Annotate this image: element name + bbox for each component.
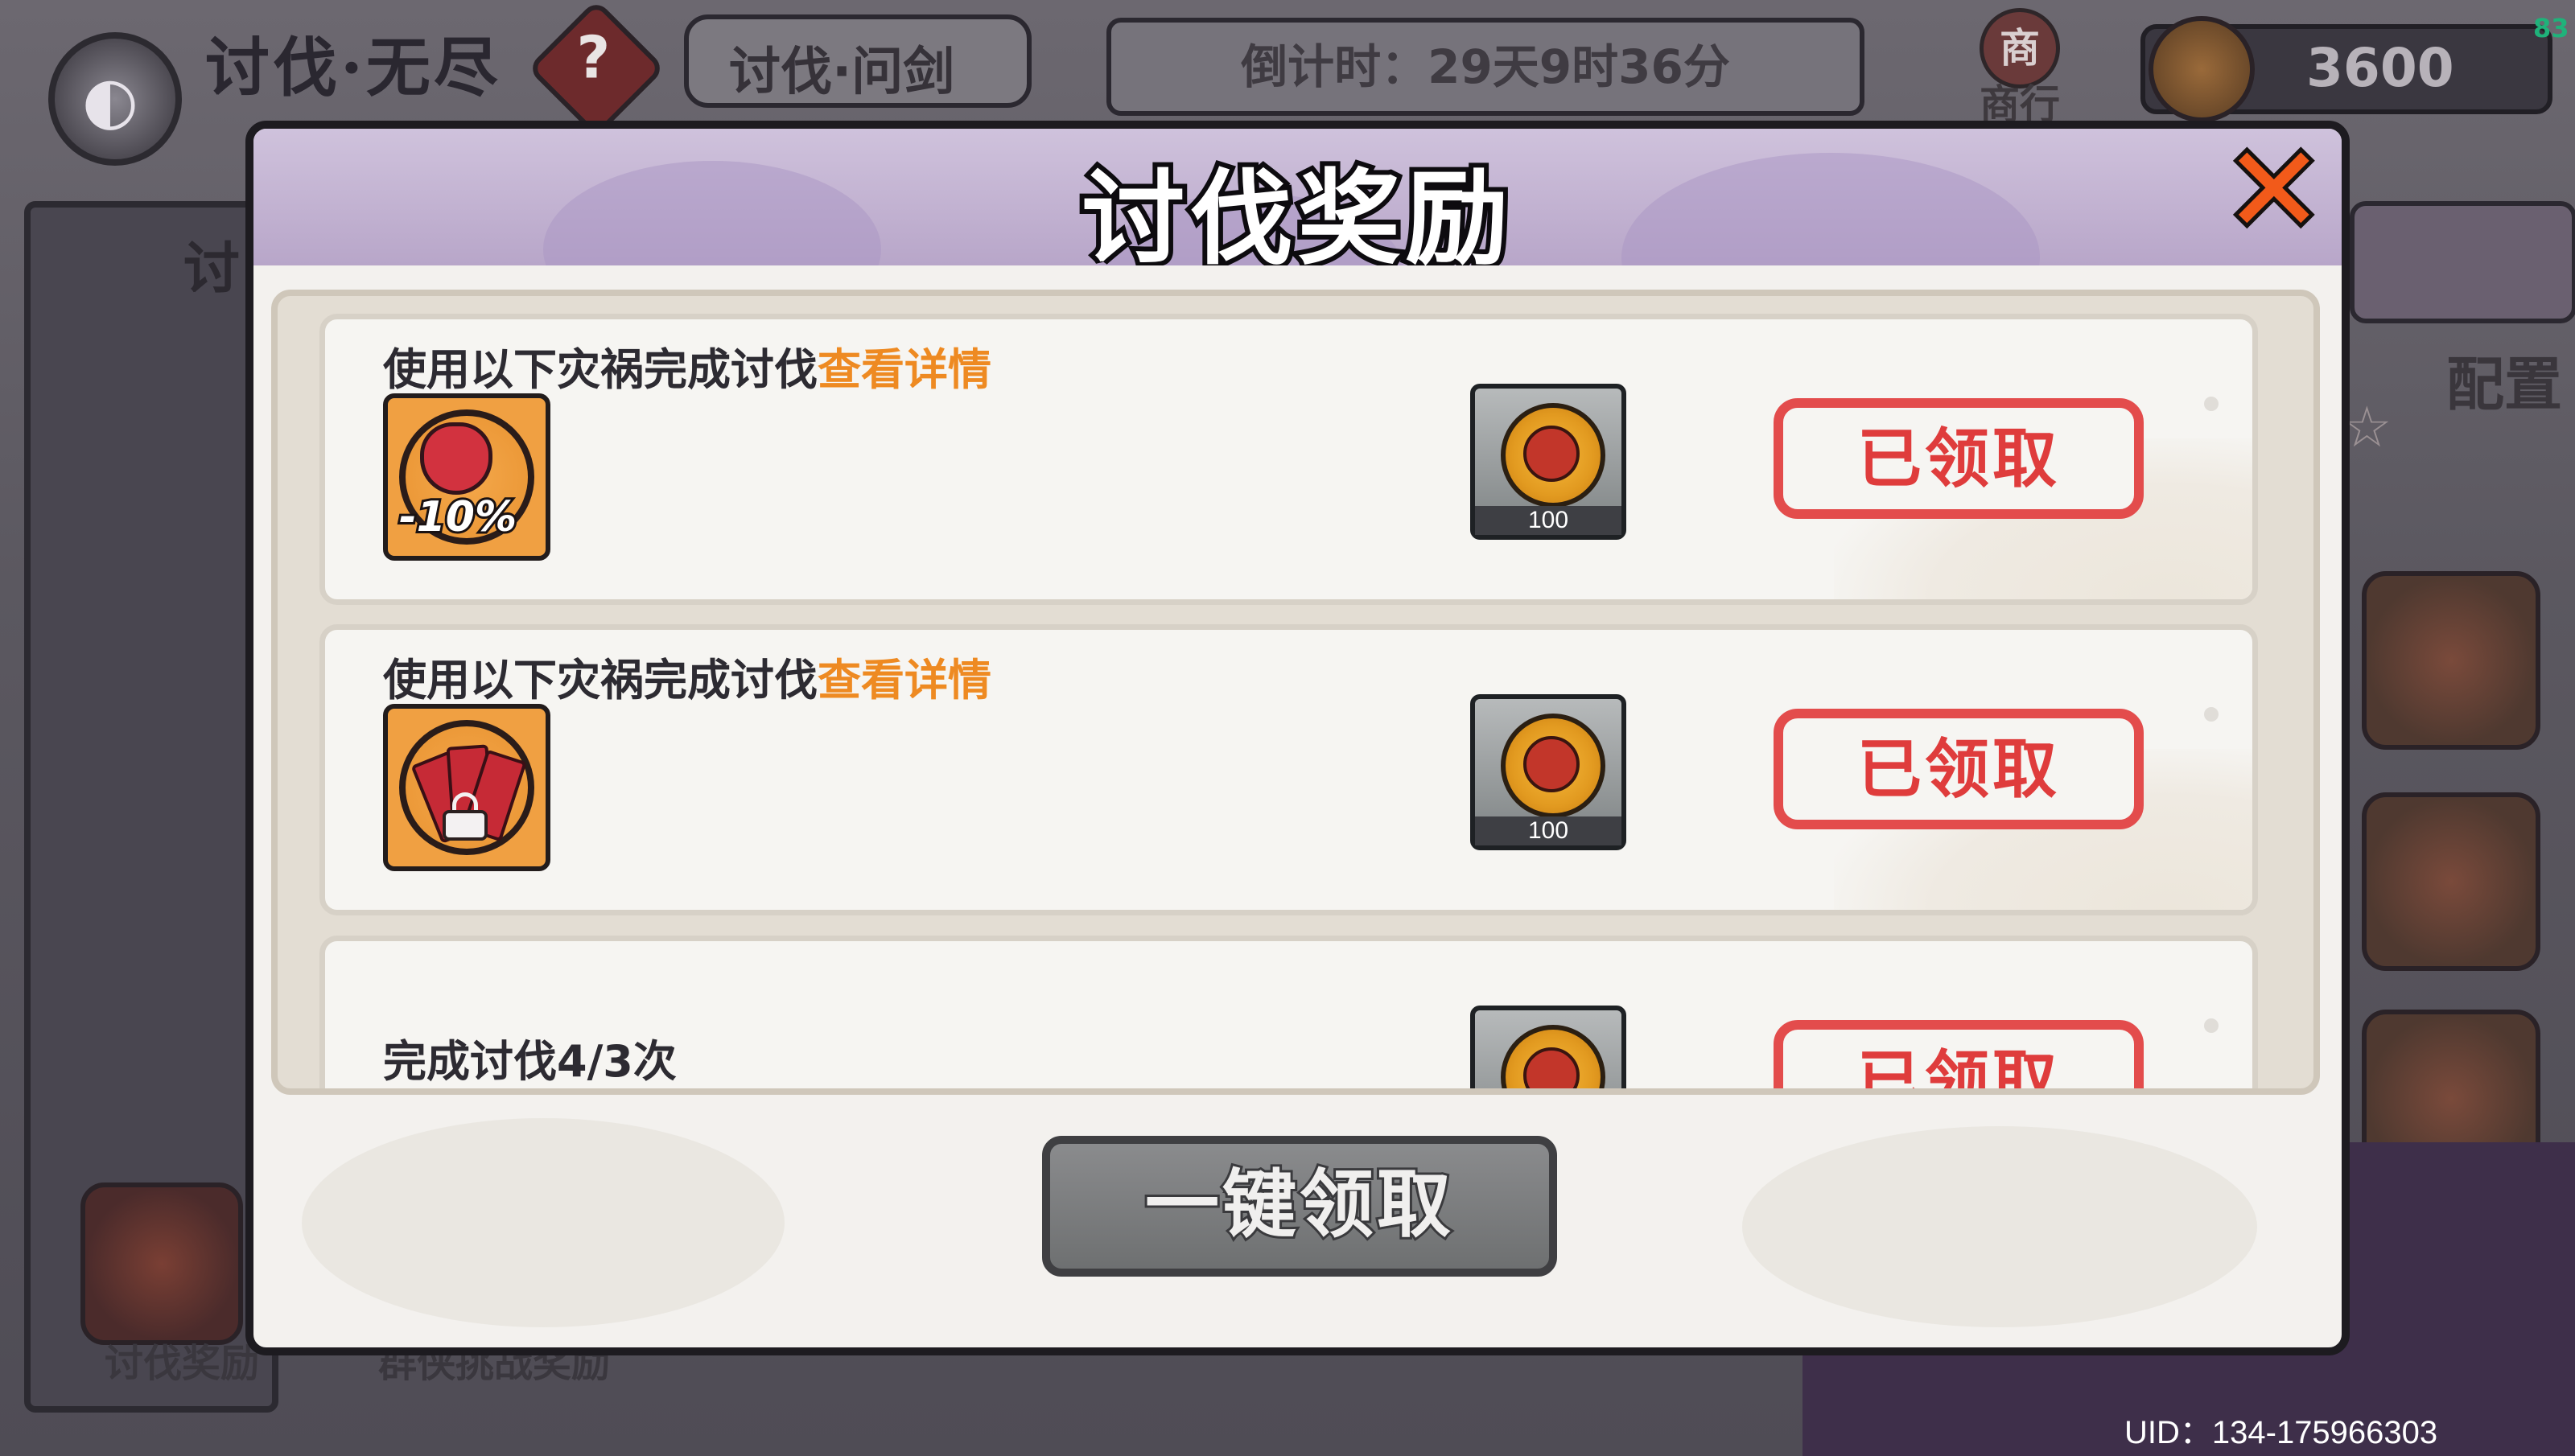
row-description: 使用以下灾祸完成讨伐查看详情 bbox=[383, 334, 991, 397]
reward-coin-icon bbox=[1501, 714, 1605, 818]
coin-core bbox=[1523, 1047, 1580, 1088]
dialog-title: 讨伐奖励 bbox=[1077, 154, 1514, 265]
claimed-button[interactable]: 已领取 bbox=[1774, 709, 2144, 829]
currency-value: 3600 bbox=[2306, 37, 2454, 99]
currency-coin-icon bbox=[2149, 16, 2255, 122]
page-title: 讨伐·无尽 bbox=[205, 30, 501, 105]
left-panel-title: 讨 bbox=[183, 236, 240, 302]
shop-button[interactable]: 商 商行 bbox=[1963, 8, 2076, 128]
close-icon: ✕ bbox=[2219, 117, 2329, 265]
back-emblem-icon[interactable]: ◐ bbox=[48, 32, 182, 166]
fps-counter: 83 bbox=[2533, 13, 2569, 43]
claimed-button[interactable]: 已领取 bbox=[1774, 398, 2144, 519]
description-text: 使用以下灾祸完成讨伐 bbox=[383, 344, 818, 395]
disaster-slot[interactable] bbox=[2362, 571, 2540, 750]
disaster-slot[interactable] bbox=[2362, 792, 2540, 971]
uid-label: UID：134-175966303 bbox=[2124, 1415, 2438, 1450]
help-button[interactable]: ? bbox=[526, 0, 666, 138]
reward-row: 使用以下灾祸完成讨伐查看详情 100 已领取 bbox=[319, 624, 2258, 915]
disaster-percent: -10% bbox=[397, 491, 519, 544]
chest-icon[interactable] bbox=[80, 1182, 243, 1345]
description-text: 使用以下灾祸完成讨伐 bbox=[383, 655, 818, 705]
coin-core bbox=[1523, 426, 1580, 482]
claim-all-button[interactable]: 一键领取 bbox=[1042, 1136, 1557, 1277]
reward-row: 使用以下灾祸完成讨伐查看详情 -10% 100 已领取 bbox=[319, 314, 2258, 605]
lock-icon bbox=[443, 792, 488, 841]
view-details-link[interactable]: 查看详情 bbox=[818, 344, 991, 395]
countdown-timer: 倒计时：29天9时36分 bbox=[1106, 18, 1864, 116]
disaster-cards-icon[interactable] bbox=[383, 704, 550, 871]
tab-crusade-rewards[interactable]: 讨伐奖励 bbox=[105, 1331, 259, 1388]
row-description: 使用以下灾祸完成讨伐查看详情 bbox=[383, 644, 991, 708]
reward-row: 完成讨伐4/3次 100 已领取 bbox=[319, 936, 2258, 1088]
rewards-dialog: 讨伐奖励 ✕ 使用以下灾祸完成讨伐查看详情 -10% 100 已领取 使用以下灾… bbox=[245, 117, 2350, 1355]
close-button[interactable]: ✕ bbox=[2217, 117, 2329, 265]
help-icon: ? bbox=[576, 23, 611, 92]
footer-cloud bbox=[1742, 1126, 2257, 1327]
row-decoration bbox=[2204, 707, 2219, 722]
reward-coin-icon bbox=[1501, 1025, 1605, 1088]
reward-coin-icon bbox=[1501, 403, 1605, 508]
reward-count: 100 bbox=[1475, 506, 1621, 535]
reward-count: 100 bbox=[1475, 816, 1621, 845]
row-decoration bbox=[2204, 1018, 2219, 1033]
reward-item[interactable]: 100 bbox=[1470, 1006, 1626, 1088]
rewards-list[interactable]: 使用以下灾祸完成讨伐查看详情 -10% 100 已领取 使用以下灾祸完成讨伐查看… bbox=[271, 290, 2320, 1095]
right-arrow-button[interactable] bbox=[2350, 201, 2575, 323]
reward-item[interactable]: 100 bbox=[1470, 384, 1626, 540]
disaster-heart-icon[interactable]: -10% bbox=[383, 393, 550, 561]
reward-item[interactable]: 100 bbox=[1470, 694, 1626, 850]
top-bar: ◐ 讨伐·无尽 ? 讨伐·问剑 倒计时：29天9时36分 商 商行 3600 8… bbox=[0, 0, 2575, 166]
tab-wenjian[interactable]: 讨伐·问剑 bbox=[684, 14, 1032, 108]
config-button[interactable]: 配置 bbox=[2446, 354, 2562, 415]
dialog-header: 讨伐奖励 bbox=[253, 129, 2342, 265]
footer-cloud bbox=[302, 1118, 785, 1327]
view-details-link[interactable]: 查看详情 bbox=[818, 655, 991, 705]
claimed-button[interactable]: 已领取 bbox=[1774, 1020, 2144, 1088]
tab-label: 讨伐·问剑 bbox=[729, 43, 955, 102]
row-description: 完成讨伐4/3次 bbox=[383, 1036, 677, 1087]
heart-gem bbox=[420, 422, 492, 495]
coin-core bbox=[1523, 736, 1580, 792]
row-decoration bbox=[2204, 397, 2219, 411]
